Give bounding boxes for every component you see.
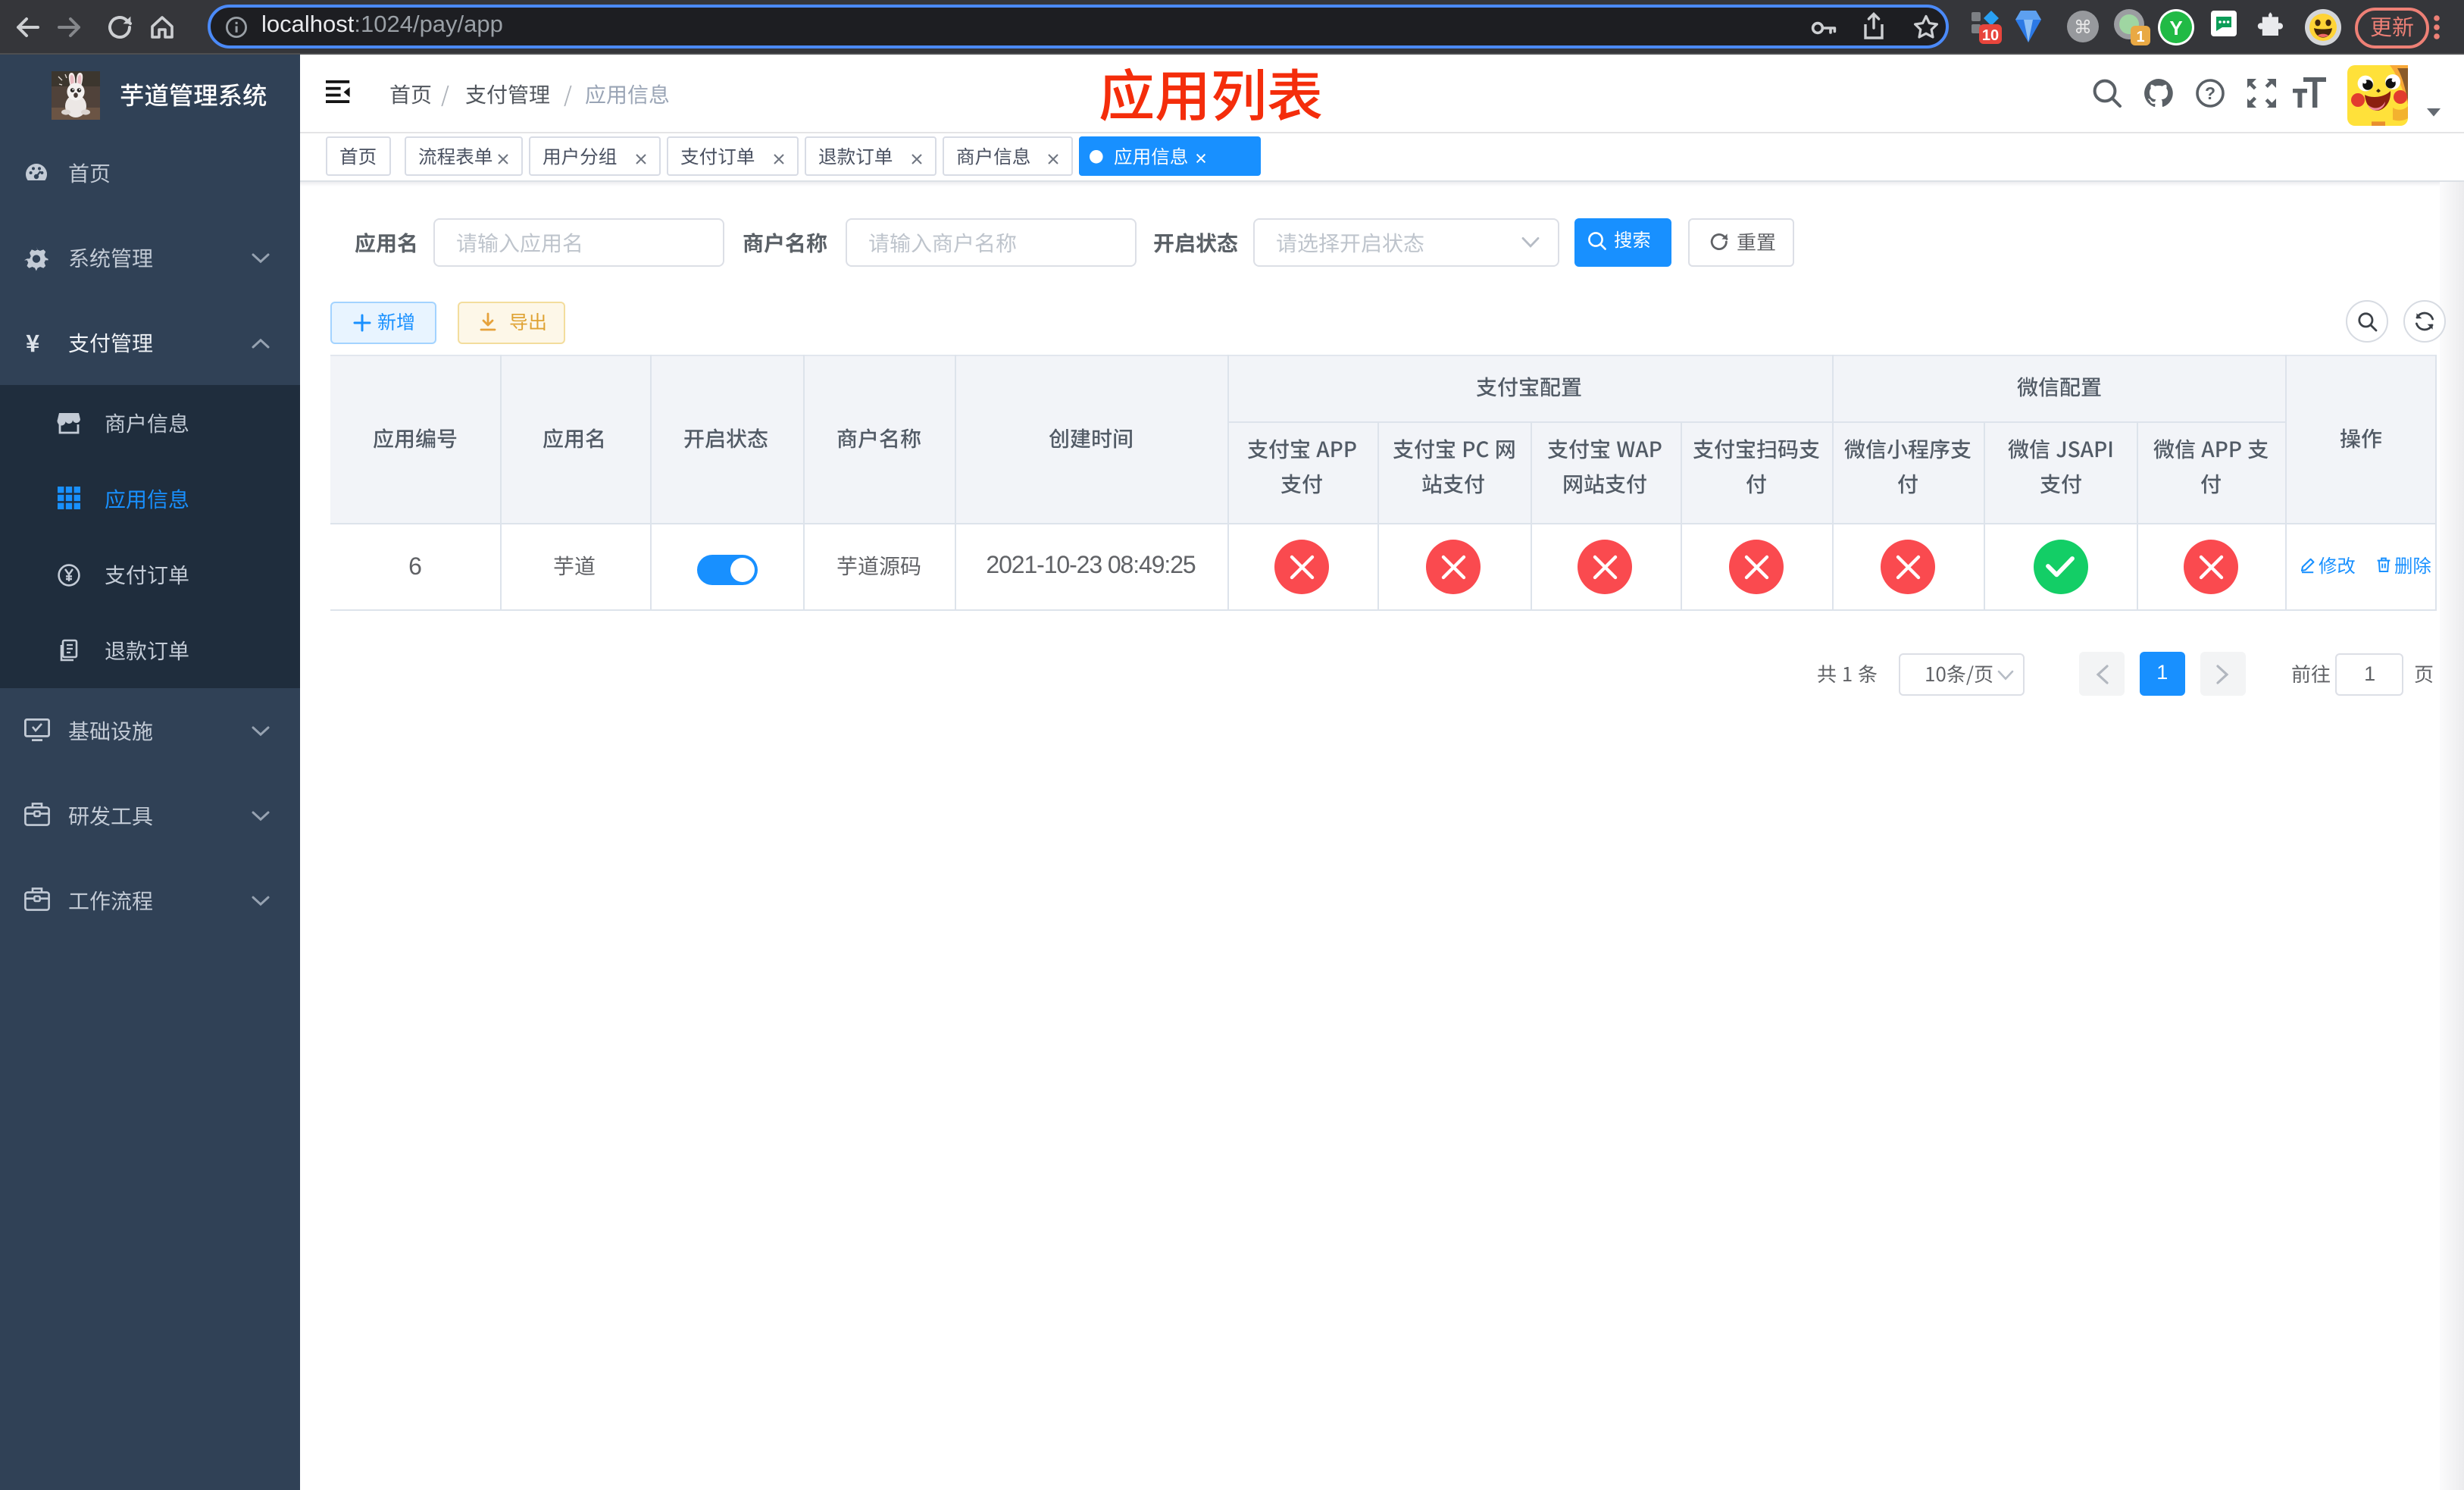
svg-text:1: 1 — [2136, 29, 2144, 45]
svg-text:10: 10 — [1982, 27, 1999, 44]
svg-text:⌘: ⌘ — [2074, 17, 2092, 38]
svg-text:?: ? — [2205, 83, 2215, 103]
svg-text:Y: Y — [2169, 17, 2182, 39]
